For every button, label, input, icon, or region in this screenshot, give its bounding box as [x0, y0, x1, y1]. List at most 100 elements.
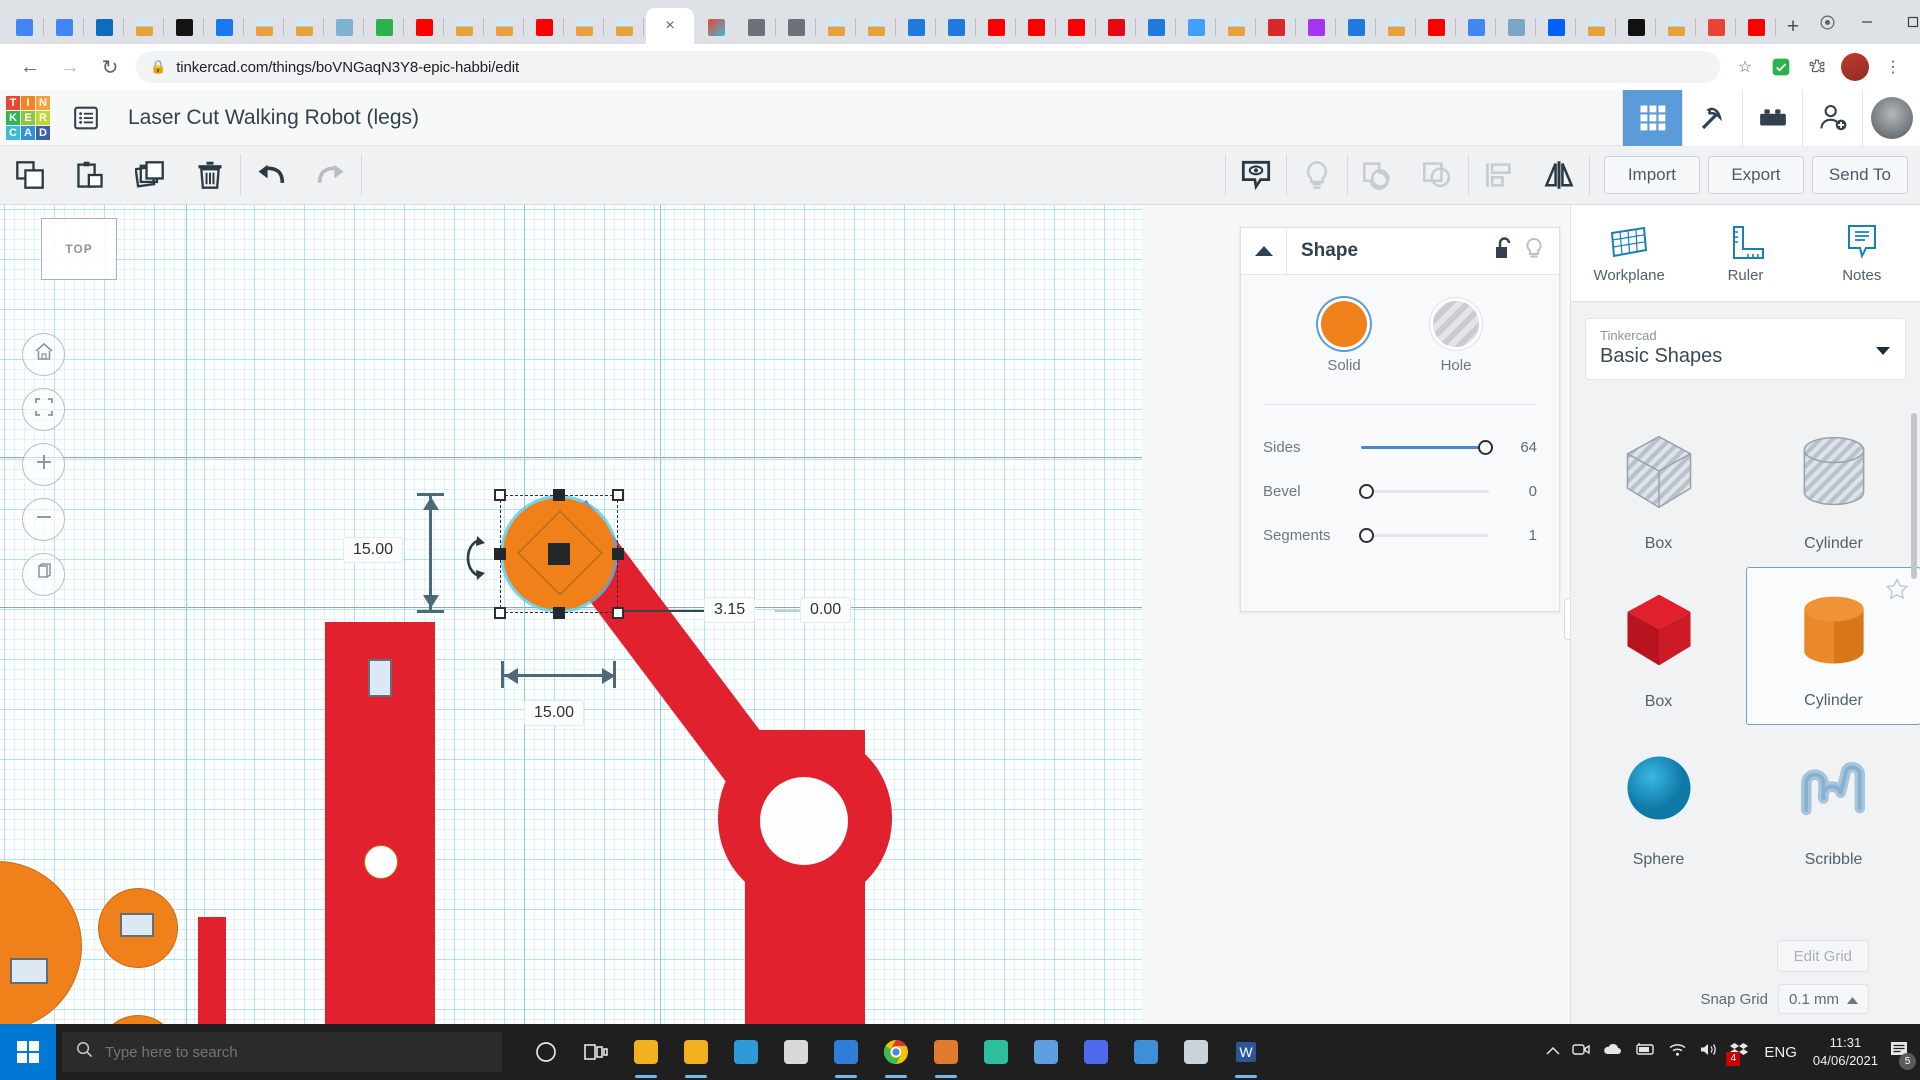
- browser-tab[interactable]: [4, 10, 44, 44]
- close-tab-icon[interactable]: ×: [665, 18, 674, 34]
- resize-handle-top-right[interactable]: [612, 489, 624, 501]
- shape-gallery-item[interactable]: Sphere: [1571, 725, 1746, 883]
- align-icon[interactable]: [1469, 146, 1529, 205]
- resize-handle-mid-left[interactable]: [494, 548, 506, 560]
- browser-tab[interactable]: [1536, 10, 1576, 44]
- dimension-label-z[interactable]: 3.15: [704, 597, 756, 623]
- shape-gallery-item[interactable]: Cylinder: [1746, 409, 1920, 567]
- forward-arrow-icon[interactable]: →: [50, 47, 90, 87]
- infinity-icon[interactable]: [972, 1024, 1020, 1080]
- browser-tab[interactable]: [736, 10, 776, 44]
- browser-tab[interactable]: [84, 10, 124, 44]
- lightbulb-icon[interactable]: [1523, 237, 1545, 266]
- sidebar-item-workplane[interactable]: Workplane: [1571, 205, 1687, 301]
- browser-tab[interactable]: [696, 10, 736, 44]
- brave-icon[interactable]: [772, 1024, 820, 1080]
- solid-color-circle[interactable]: [1321, 301, 1367, 347]
- lightbulb-icon[interactable]: [1287, 146, 1347, 205]
- parameter-slider[interactable]: [1361, 439, 1503, 455]
- zoom-in-button[interactable]: [22, 443, 65, 486]
- battery-icon[interactable]: [1634, 1043, 1656, 1061]
- back-arrow-icon[interactable]: ←: [10, 47, 50, 87]
- browser-tab[interactable]: [936, 10, 976, 44]
- edge-icon[interactable]: [722, 1024, 770, 1080]
- tinkercad-logo[interactable]: TIN KER CAD: [6, 95, 50, 140]
- browser-tab[interactable]: [124, 10, 164, 44]
- mail-icon[interactable]: [822, 1024, 870, 1080]
- browser-tab[interactable]: [1296, 10, 1336, 44]
- group-shapes-icon[interactable]: [1348, 146, 1408, 205]
- active-browser-tab[interactable]: ×: [646, 8, 694, 44]
- browser-tab[interactable]: [1616, 10, 1656, 44]
- browser-tab[interactable]: [776, 10, 816, 44]
- microsoft-store-icon[interactable]: [672, 1024, 720, 1080]
- shape-gallery-scrollbar[interactable]: [1911, 413, 1917, 579]
- resize-handle-mid-right[interactable]: [612, 548, 624, 560]
- browser-tab[interactable]: [1096, 10, 1136, 44]
- parameter-slider[interactable]: [1359, 483, 1503, 499]
- design-canvas[interactable]: 15.00 15.00 3.15 0.00 91.40 TOP: [0, 205, 1142, 1024]
- warning-app-icon[interactable]: [1172, 1024, 1220, 1080]
- browser-tab[interactable]: [1416, 10, 1456, 44]
- rotate-handle-icon[interactable]: [455, 535, 489, 586]
- slider-knob[interactable]: [1478, 439, 1494, 455]
- search-input[interactable]: [105, 1043, 488, 1061]
- browser-tab[interactable]: [604, 10, 644, 44]
- slider-knob[interactable]: [1359, 483, 1374, 499]
- resize-handle-bottom-right[interactable]: [612, 607, 624, 619]
- browser-tab[interactable]: [816, 10, 856, 44]
- browser-tab[interactable]: [524, 10, 564, 44]
- browser-tab[interactable]: [44, 10, 84, 44]
- edit-grid-button[interactable]: Edit Grid: [1776, 940, 1869, 972]
- fusion360-icon[interactable]: [922, 1024, 970, 1080]
- browser-tab[interactable]: [1656, 10, 1696, 44]
- notifications-icon[interactable]: 5: [1890, 1041, 1916, 1070]
- resize-handle-top-left[interactable]: [494, 489, 506, 501]
- browser-tab[interactable]: [1256, 10, 1296, 44]
- taskbar-clock[interactable]: 11:31 04/06/2021: [1813, 1034, 1878, 1069]
- browser-tab[interactable]: [444, 10, 484, 44]
- file-explorer-icon[interactable]: [622, 1024, 670, 1080]
- shape-gallery[interactable]: Box Cylinder Box Cylinder Sphere Scribble: [1571, 409, 1920, 974]
- browser-tab[interactable]: [484, 10, 524, 44]
- mirror-flip-icon[interactable]: [1529, 146, 1589, 205]
- browser-tab[interactable]: [1136, 10, 1176, 44]
- browser-tab[interactable]: [404, 10, 444, 44]
- collapse-triangle-icon[interactable]: [1241, 227, 1287, 275]
- word-icon[interactable]: W: [1222, 1024, 1270, 1080]
- home-view-button[interactable]: [22, 333, 65, 376]
- browser-tab[interactable]: [284, 10, 324, 44]
- parameter-value[interactable]: 0: [1503, 483, 1537, 500]
- browser-tab[interactable]: [1696, 10, 1736, 44]
- browser-tab[interactable]: [1496, 10, 1536, 44]
- fit-view-button[interactable]: [22, 388, 65, 431]
- browser-tab[interactable]: [244, 10, 284, 44]
- browser-tab[interactable]: [896, 10, 936, 44]
- new-tab-button[interactable]: +: [1776, 10, 1810, 44]
- browser-tab[interactable]: [1016, 10, 1056, 44]
- minimize-button[interactable]: [1844, 5, 1890, 39]
- video-app-icon[interactable]: [1022, 1024, 1070, 1080]
- chevron-down-icon[interactable]: [1875, 343, 1891, 361]
- task-view-icon[interactable]: [572, 1024, 620, 1080]
- browser-tab[interactable]: [1056, 10, 1096, 44]
- parameter-value[interactable]: 1: [1503, 527, 1537, 544]
- extension-green-check-icon[interactable]: [1764, 50, 1798, 84]
- browser-tab[interactable]: [1336, 10, 1376, 44]
- shape-library-select[interactable]: Tinkercad Basic Shapes: [1585, 318, 1906, 380]
- hole-hatch-circle[interactable]: [1433, 301, 1479, 347]
- perspective-toggle-button[interactable]: [22, 553, 65, 596]
- browser-tab[interactable]: [1576, 10, 1616, 44]
- browser-tab[interactable]: [164, 10, 204, 44]
- part-orange-circle-large[interactable]: [0, 861, 82, 1024]
- dimension-label-width[interactable]: 15.00: [524, 700, 585, 726]
- windows-start-icon[interactable]: [0, 1024, 56, 1080]
- center-move-handle[interactable]: [548, 543, 570, 565]
- invite-person-icon[interactable]: [1802, 89, 1862, 146]
- language-indicator[interactable]: ENG: [1764, 1044, 1797, 1061]
- onedrive-icon[interactable]: [1602, 1043, 1622, 1061]
- view-cube[interactable]: TOP: [41, 218, 117, 280]
- import-button[interactable]: Import: [1603, 156, 1700, 194]
- parameter-value[interactable]: 64: [1503, 439, 1537, 456]
- copy-button[interactable]: [0, 146, 60, 205]
